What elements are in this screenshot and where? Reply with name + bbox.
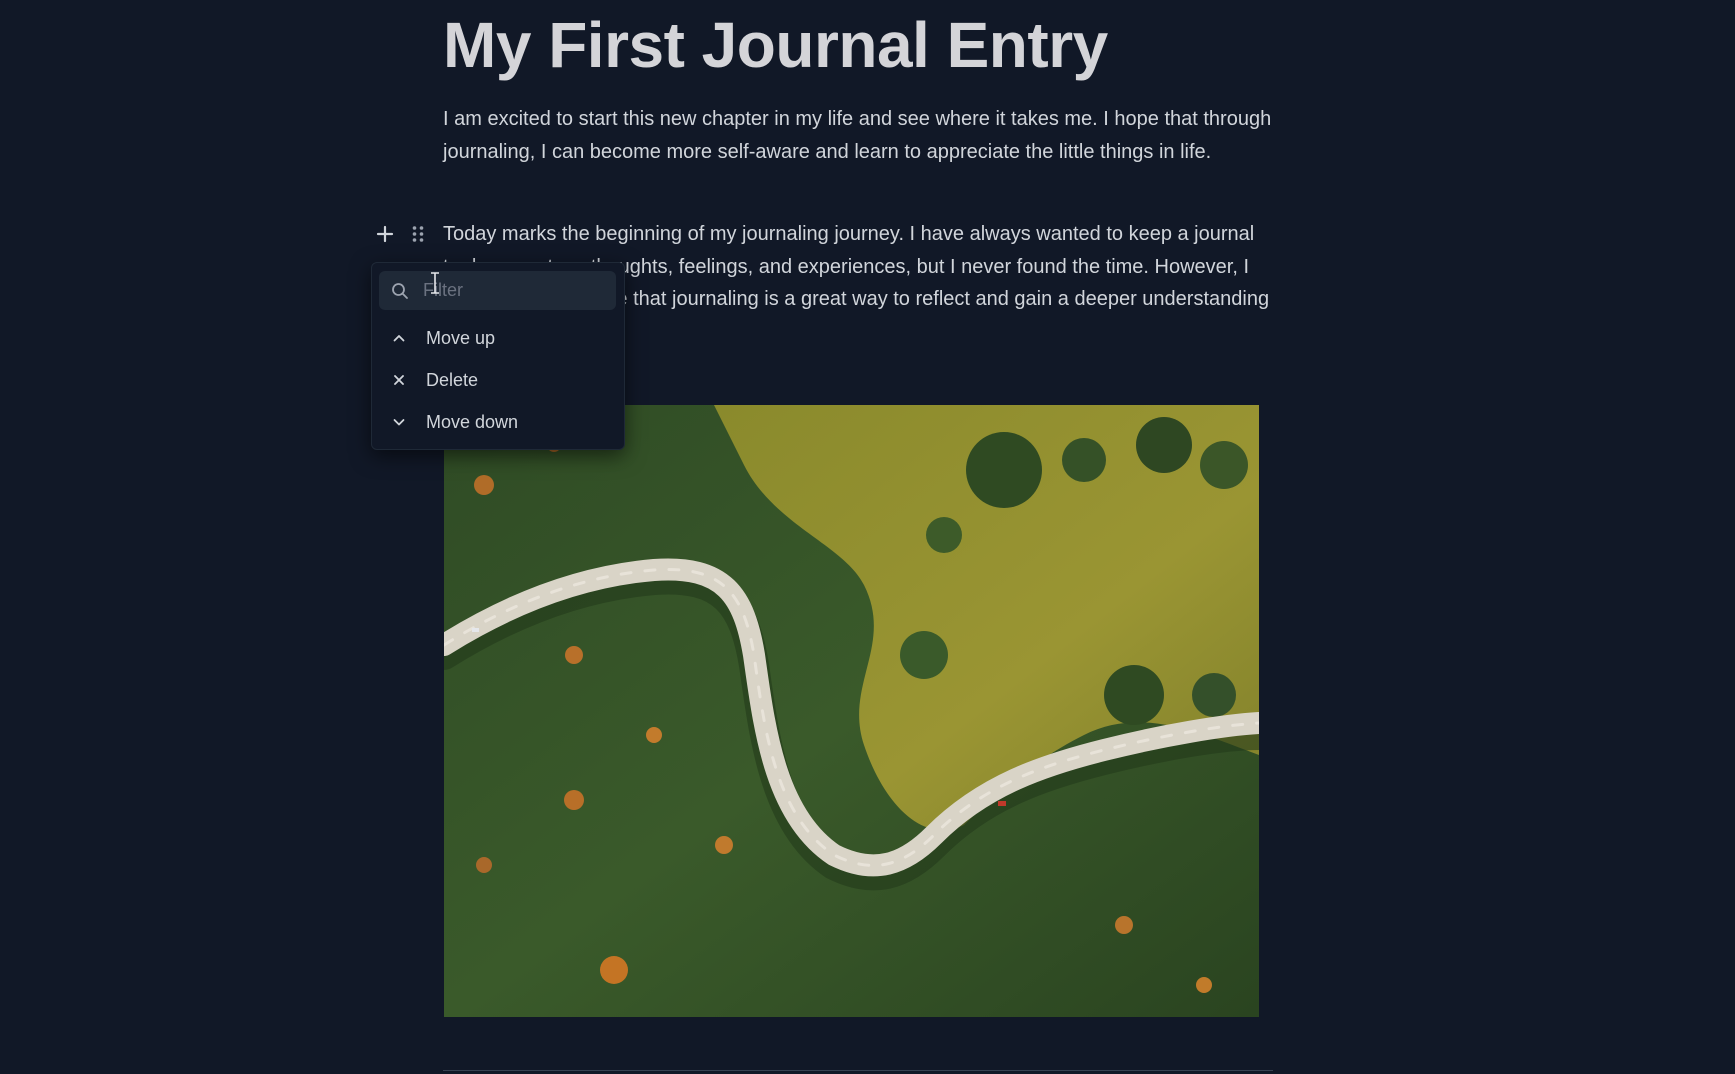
search-icon: [392, 283, 408, 299]
filter-input[interactable]: [419, 271, 613, 310]
menu-item-label: Delete: [426, 369, 479, 390]
menu-item-move-down[interactable]: Move down: [378, 403, 618, 441]
block-handles: [374, 223, 426, 245]
text-cursor-icon: [431, 272, 439, 294]
page-title[interactable]: My First Journal Entry: [443, 8, 1108, 82]
drag-handle[interactable]: [410, 224, 426, 244]
chevron-up-icon: [393, 335, 405, 342]
close-icon: [394, 375, 404, 385]
divider: [443, 1070, 1273, 1071]
filter-box: [379, 271, 616, 310]
drag-handle-icon: [412, 226, 424, 242]
chevron-down-icon: [393, 419, 405, 426]
menu-item-label: Move up: [426, 327, 496, 348]
road-forest-image[interactable]: [444, 405, 1259, 1017]
menu-item-label: Move down: [426, 411, 519, 432]
menu-item-move-up[interactable]: Move up: [378, 319, 618, 357]
add-block-button[interactable]: [374, 223, 396, 245]
aerial-photo-illustration: [444, 405, 1259, 1017]
block-action-menu: Move up Delete Move down: [371, 262, 625, 450]
menu-item-delete[interactable]: Delete: [378, 361, 618, 399]
plus-icon: [376, 225, 394, 243]
paragraph-block[interactable]: I am excited to start this new chapter i…: [443, 103, 1273, 168]
